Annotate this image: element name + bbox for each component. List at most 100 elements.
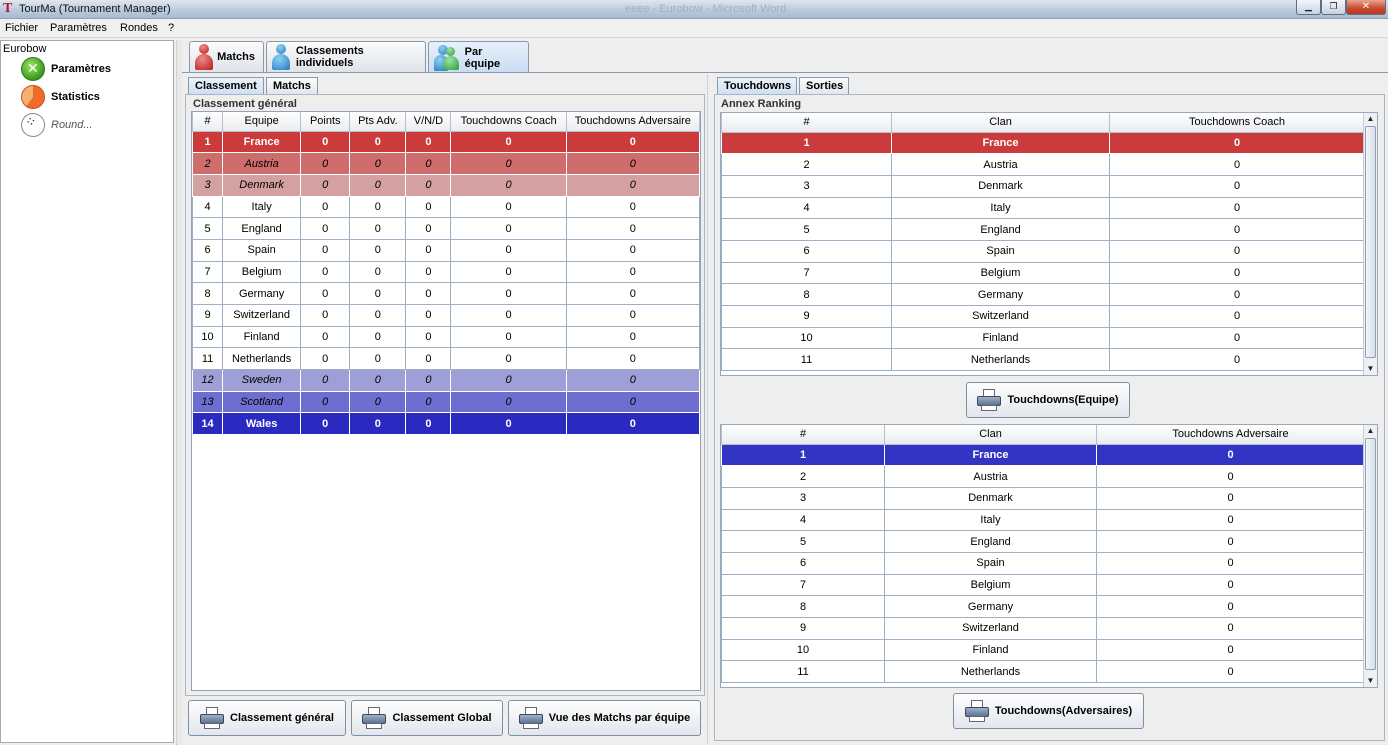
table-row[interactable]: 13 Scotland 0 0 0 0 0 (192, 390, 700, 414)
table-row[interactable]: 8 Germany 0 (721, 595, 1365, 618)
subtab-classement[interactable]: Classement (188, 77, 264, 94)
table-cell: England (884, 530, 1097, 553)
table-row[interactable]: 5 England 0 (721, 530, 1365, 553)
column-header[interactable]: Pts Adv. (349, 112, 407, 132)
column-header[interactable]: Equipe (222, 112, 302, 132)
table-row[interactable]: 8 Germany 0 (721, 283, 1365, 306)
table-row[interactable]: 7 Belgium 0 0 0 0 0 (192, 260, 700, 284)
subtab-sorties[interactable]: Sorties (799, 77, 849, 94)
tree-item-statistics[interactable]: Statistics (21, 84, 100, 110)
column-header[interactable]: Touchdowns Adversaire (565, 112, 700, 132)
tab-classements-individuels[interactable]: Classements individuels (266, 41, 426, 72)
table-cell: 0 (405, 325, 452, 349)
tree-item-round[interactable]: Round... (18, 110, 93, 140)
table-row[interactable]: 3 Denmark 0 (721, 174, 1365, 198)
table-row[interactable]: 1 France 0 0 0 0 0 (192, 130, 700, 154)
table-row[interactable]: 6 Spain 0 (721, 551, 1365, 575)
adv-table-scrollbar[interactable]: ▲ ▼ (1363, 425, 1377, 687)
table-cell: 0 (405, 369, 452, 392)
table-row[interactable]: 1 France 0 (721, 443, 1365, 467)
tab-matchs[interactable]: Matchs (189, 41, 264, 72)
print-touchdowns-equipe-button[interactable]: Touchdowns(Equipe) (966, 382, 1130, 418)
scroll-up-icon[interactable]: ▲ (1364, 425, 1377, 437)
table-row[interactable]: 6 Spain 0 0 0 0 0 (192, 238, 700, 262)
table-row[interactable]: 3 Denmark 0 (721, 486, 1365, 510)
table-cell: 0 (1096, 530, 1365, 553)
table-row[interactable]: 4 Italy 0 (721, 196, 1365, 220)
minimize-button[interactable]: ▁ (1296, 0, 1321, 15)
table-cell: 0 (450, 347, 567, 371)
table-cell: Austria (884, 465, 1097, 488)
table-row[interactable]: 9 Switzerland 0 0 0 0 0 (192, 304, 700, 327)
touchdowns-adversaire-table[interactable]: # Clan Touchdowns Adversaire 1 France 0 2 Aust… (720, 424, 1378, 688)
column-header[interactable]: # (721, 425, 885, 445)
column-header[interactable]: V/N/D (405, 112, 452, 132)
table-cell: 0 (565, 369, 700, 392)
table-row[interactable]: 8 Germany 0 0 0 0 0 (192, 282, 700, 305)
menu-help[interactable]: ? (168, 22, 174, 34)
subtab-matchs[interactable]: Matchs (266, 77, 318, 94)
table-row[interactable]: 1 France 0 (721, 131, 1365, 155)
table-row[interactable]: 10 Finland 0 (721, 638, 1365, 662)
close-button[interactable]: ✕ (1346, 0, 1386, 15)
table-row[interactable]: 14 Wales 0 0 0 0 0 (192, 412, 700, 436)
subtab-touchdowns[interactable]: Touchdowns (717, 77, 797, 94)
scroll-down-icon[interactable]: ▼ (1364, 363, 1377, 375)
column-header[interactable]: Touchdowns Coach (1109, 113, 1365, 133)
table-row[interactable]: 6 Spain 0 (721, 239, 1365, 263)
tree-root[interactable]: Eurobow (3, 43, 46, 55)
column-header[interactable]: Touchdowns Adversaire (1096, 425, 1365, 445)
menu-parametres[interactable]: Paramètres (50, 22, 107, 34)
print-touchdowns-adversaires-button[interactable]: Touchdowns(Adversaires) (953, 693, 1144, 729)
scroll-thumb[interactable] (1365, 438, 1376, 670)
table-row[interactable]: 7 Belgium 0 (721, 573, 1365, 597)
column-header[interactable]: Clan (891, 113, 1110, 133)
scroll-thumb[interactable] (1365, 126, 1376, 358)
table-cell: 0 (405, 347, 452, 371)
table-row[interactable]: 5 England 0 (721, 218, 1365, 241)
table-cell: Germany (222, 282, 302, 305)
table-row[interactable]: 11 Netherlands 0 (721, 660, 1365, 684)
touchdowns-coach-table[interactable]: # Clan Touchdowns Coach 1 France 0 2 Austria 0 3… (720, 112, 1378, 376)
print-vue-matchs-button[interactable]: Vue des Matchs par équipe (508, 700, 701, 736)
table-row[interactable]: 5 England 0 0 0 0 0 (192, 217, 700, 240)
column-header[interactable]: # (192, 112, 224, 132)
print-classement-global-button[interactable]: Classement Global (351, 700, 503, 736)
table-row[interactable]: 9 Switzerland 0 (721, 305, 1365, 328)
table-row[interactable]: 11 Netherlands 0 0 0 0 0 (192, 347, 700, 371)
table-cell: Italy (891, 196, 1110, 220)
table-cell: Austria (891, 153, 1110, 176)
table-row[interactable]: 2 Austria 0 (721, 153, 1365, 176)
maximize-button[interactable]: ❐ (1321, 0, 1346, 15)
table-cell: 4 (192, 195, 224, 219)
scroll-up-icon[interactable]: ▲ (1364, 113, 1377, 125)
menu-rondes[interactable]: Rondes (120, 22, 158, 34)
table-cell: 5 (721, 218, 892, 241)
column-header[interactable]: Clan (884, 425, 1097, 445)
table-cell: 3 (721, 174, 892, 198)
table-row[interactable]: 7 Belgium 0 (721, 261, 1365, 285)
table-row[interactable]: 4 Italy 0 0 0 0 0 (192, 195, 700, 219)
table-row[interactable]: 2 Austria 0 (721, 465, 1365, 488)
tab-par-equipe[interactable]: Par équipe (428, 41, 529, 73)
table-row[interactable]: 10 Finland 0 (721, 326, 1365, 350)
column-header[interactable]: Touchdowns Coach (450, 112, 567, 132)
table-cell: 0 (349, 217, 407, 240)
table-row[interactable]: 12 Sweden 0 0 0 0 0 (192, 369, 700, 392)
scroll-down-icon[interactable]: ▼ (1364, 675, 1377, 687)
tree-item-parametres[interactable]: Paramètres (21, 56, 111, 82)
table-row[interactable]: 2 Austria 0 0 0 0 0 (192, 152, 700, 175)
print-classement-general-button[interactable]: Classement général (188, 700, 346, 736)
table-row[interactable]: 11 Netherlands 0 (721, 348, 1365, 372)
table-cell: 0 (450, 152, 567, 175)
column-header[interactable]: Points (300, 112, 351, 132)
table-row[interactable]: 3 Denmark 0 0 0 0 0 (192, 173, 700, 197)
classement-table[interactable]: # Equipe Points Pts Adv. V/N/D Touchdowns Coa… (191, 111, 701, 691)
table-row[interactable]: 10 Finland 0 0 0 0 0 (192, 325, 700, 349)
column-header[interactable]: # (721, 113, 892, 133)
table-row[interactable]: 4 Italy 0 (721, 508, 1365, 532)
table-cell: Belgium (891, 261, 1110, 285)
coach-table-scrollbar[interactable]: ▲ ▼ (1363, 113, 1377, 375)
table-row[interactable]: 9 Switzerland 0 (721, 617, 1365, 640)
menu-fichier[interactable]: Fichier (5, 22, 38, 34)
